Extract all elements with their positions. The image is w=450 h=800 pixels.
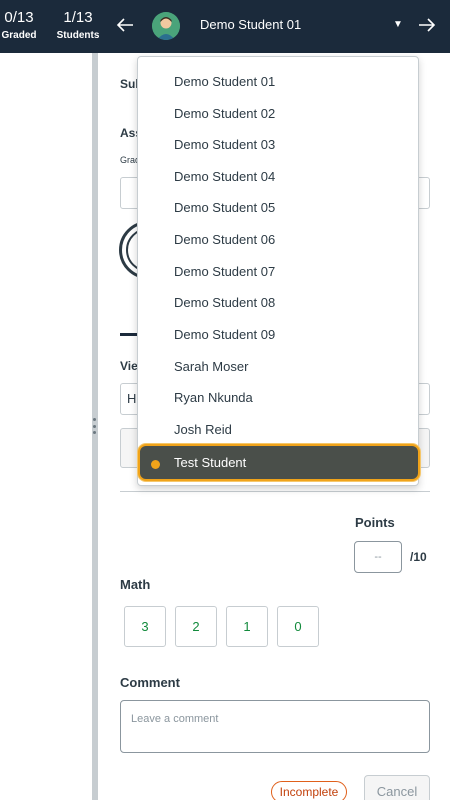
points-max: /10	[410, 550, 427, 564]
submission-preview-panel	[0, 53, 92, 800]
rubric-score-0-button[interactable]: 0	[277, 606, 319, 647]
graded-count: 0/13	[4, 9, 34, 26]
students-count: 1/13	[63, 9, 93, 26]
student-option[interactable]: Demo Student 09	[174, 325, 275, 345]
student-option[interactable]: Demo Student 06	[174, 230, 275, 250]
student-option-highlighted[interactable]: Test Student	[138, 444, 420, 481]
top-navigation-bar: 0/13 Graded 1/13 Students Demo Student 0…	[0, 0, 450, 53]
current-student-name[interactable]: Demo Student 01	[200, 17, 301, 32]
previous-student-arrow-icon[interactable]	[114, 14, 136, 36]
cancel-button[interactable]: Cancel	[364, 775, 430, 800]
student-option[interactable]: Sarah Moser	[174, 357, 248, 377]
student-option[interactable]: Demo Student 05	[174, 198, 275, 218]
view-heading: Vie	[120, 359, 138, 373]
student-avatar	[152, 12, 180, 40]
resize-grip-icon[interactable]	[93, 418, 97, 434]
student-option[interactable]: Demo Student 08	[174, 293, 275, 313]
view-select-value: H	[127, 391, 137, 406]
students-counter: 1/13 Students	[56, 9, 100, 43]
rubric-score-3-button[interactable]: 3	[124, 606, 166, 647]
rubric-score-1-button[interactable]: 1	[226, 606, 268, 647]
chevron-down-icon[interactable]: ▼	[393, 19, 403, 30]
section-divider	[120, 491, 430, 492]
graded-counter: 0/13 Graded	[0, 9, 38, 43]
student-option[interactable]: Demo Student 04	[174, 167, 275, 187]
students-label: Students	[56, 30, 100, 41]
active-tab-indicator	[120, 333, 138, 336]
status-dot-icon	[151, 460, 160, 469]
points-input[interactable]: --	[354, 541, 402, 573]
points-label: Points	[355, 515, 395, 530]
rubric-score-2-button[interactable]: 2	[175, 606, 217, 647]
student-option[interactable]: Ryan Nkunda	[174, 388, 253, 408]
comment-label: Comment	[120, 675, 180, 690]
highlighted-student-name: Test Student	[174, 455, 247, 470]
status-badge: Incomplete	[271, 781, 347, 800]
student-select-menu: Demo Student 01 Demo Student 02 Demo Stu…	[137, 56, 420, 486]
next-student-arrow-icon[interactable]	[416, 14, 438, 36]
student-option[interactable]: Josh Reid	[174, 420, 232, 440]
comment-input[interactable]: Leave a comment	[120, 700, 430, 753]
student-option[interactable]: Demo Student 01	[174, 72, 275, 92]
rubric-criterion-label: Math	[120, 577, 151, 592]
graded-label: Graded	[1, 30, 37, 41]
student-option[interactable]: Demo Student 03	[174, 135, 275, 155]
student-option[interactable]: Demo Student 02	[174, 104, 275, 124]
student-option[interactable]: Demo Student 07	[174, 262, 275, 282]
